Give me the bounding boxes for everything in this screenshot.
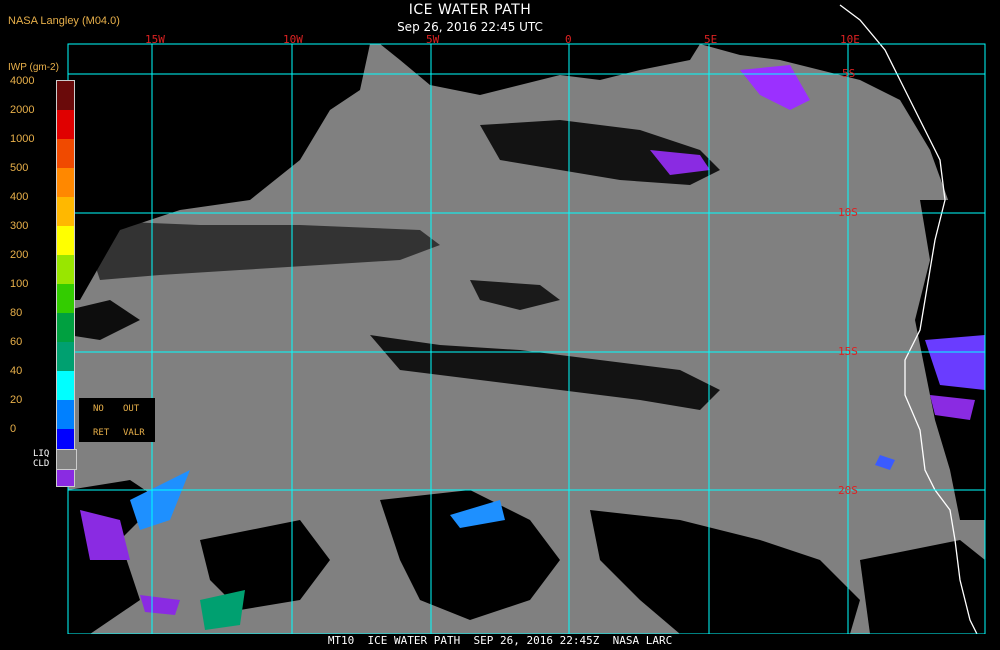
colorbar-tick-label: 500 xyxy=(10,162,29,174)
map-title: ICE WATER PATH xyxy=(408,2,532,18)
out-valr-line2: VALR xyxy=(123,428,145,438)
lat-label: 20S xyxy=(838,484,858,497)
colorbar-tick-label: 200 xyxy=(10,249,29,261)
map-subtitle: Sep 26, 2016 22:45 UTC xyxy=(397,20,543,34)
no-ret-line2: RET xyxy=(93,428,110,438)
lon-label: 10E xyxy=(840,33,860,46)
colorbar-tick-label: 1000 xyxy=(10,133,35,145)
lon-label: 5W xyxy=(426,33,440,46)
satellite-map xyxy=(67,4,986,650)
colorbar-unit: IWP (gm-2) xyxy=(8,62,59,73)
colorbar-tick-label: 60 xyxy=(10,336,23,348)
colorbar-tick-label: 80 xyxy=(10,307,23,319)
colorbar-tick-label: 2000 xyxy=(10,104,35,116)
colorbar-tick-label: 100 xyxy=(10,278,29,290)
no-ret-line1: NO xyxy=(93,404,104,414)
lon-label: 10W xyxy=(283,33,303,46)
footer-caption: MT10 ICE WATER PATH SEP 26, 2016 22:45Z … xyxy=(0,634,1000,650)
colorbar-tick-label: 0 xyxy=(10,423,17,435)
liq-label: LIQ xyxy=(33,449,50,459)
lon-label: 5E xyxy=(704,33,718,46)
out-valr-line1: OUT xyxy=(123,404,140,414)
lat-label: 15S xyxy=(838,345,858,358)
colorbar-tick-label: 400 xyxy=(10,191,29,203)
liq-cld-swatch xyxy=(56,449,77,470)
lon-label: 15W xyxy=(145,33,165,46)
lat-label: 10S xyxy=(838,206,858,219)
lat-label: 5S xyxy=(842,67,856,80)
legend-no-out-box: NO RET OUT VALR xyxy=(79,398,155,442)
colorbar-tick-label: 20 xyxy=(10,394,23,406)
colorbar-tick-label: 4000 xyxy=(10,75,35,87)
colorbar-frame xyxy=(56,80,75,487)
agency-label: NASA Langley (M04.0) xyxy=(8,15,120,27)
colorbar-tick-label: 300 xyxy=(10,220,29,232)
lon-label: 0 xyxy=(565,33,572,46)
colorbar-tick-label: 40 xyxy=(10,365,23,377)
cld-label: CLD xyxy=(33,459,50,469)
